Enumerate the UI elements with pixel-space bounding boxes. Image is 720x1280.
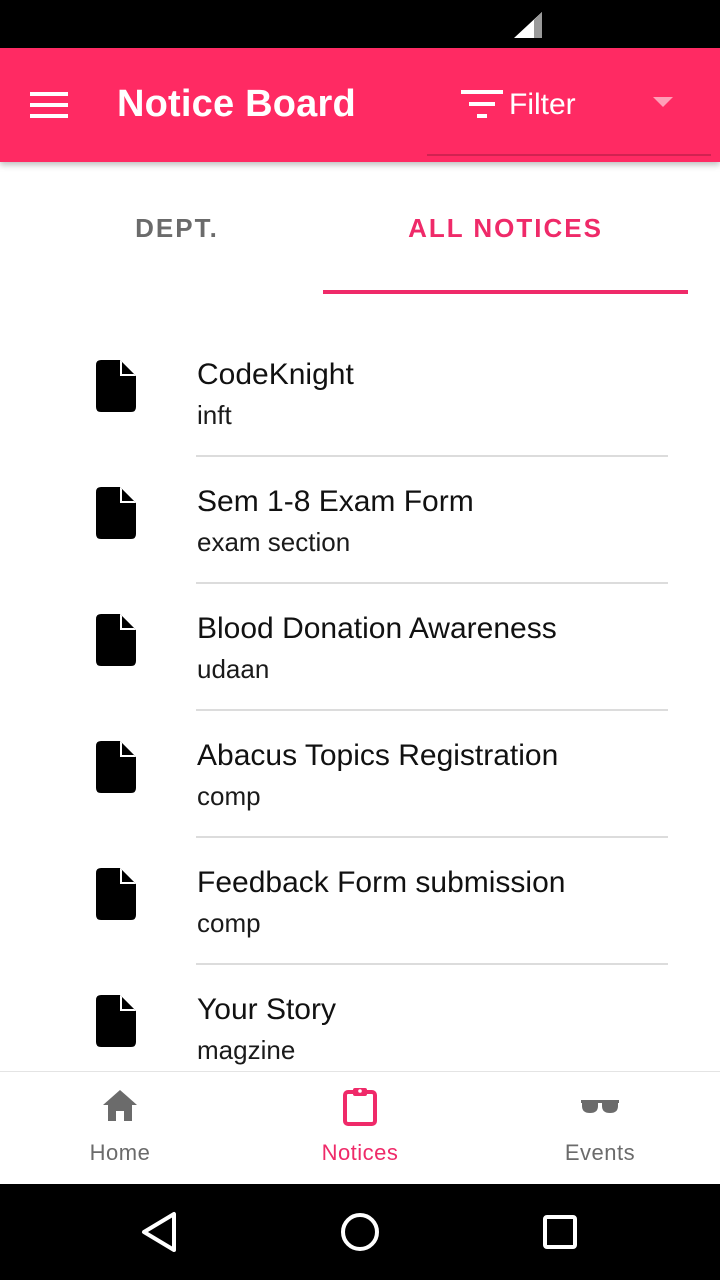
page-title: Notice Board [117,83,356,125]
notice-title: Sem 1-8 Exam Form [197,485,474,518]
notice-title: Blood Donation Awareness [197,612,557,645]
dropdown-caret-icon [653,97,673,107]
back-icon [142,1212,176,1252]
nav-home-label: Home [89,1140,151,1165]
home-circle-icon [341,1213,379,1251]
notice-title: Feedback Form submission [197,866,566,899]
tab-all-notices[interactable]: ALL NOTICES [323,162,688,294]
notice-department: inft [197,400,232,430]
filter-label: Filter [509,88,576,121]
nav-notices[interactable]: Notices [240,1072,480,1185]
nav-events-label: Events [564,1140,636,1165]
home-icon [103,1090,137,1121]
filter-icon [461,90,503,118]
system-recents-button[interactable] [534,1206,586,1258]
menu-button[interactable] [24,80,76,128]
document-icon [96,868,136,920]
document-icon [96,360,136,412]
status-bar [0,0,720,48]
notice-list: CodeKnight inft Sem 1-8 Exam Form exam s… [0,330,720,1071]
document-icon [96,487,136,539]
system-home-button[interactable] [334,1206,386,1258]
app-bar: Notice Board Filter [0,48,720,162]
nav-events[interactable]: Events [480,1072,720,1185]
list-item[interactable]: Abacus Topics Registration comp [0,711,720,838]
document-icon [96,614,136,666]
notice-department: magzine [197,1035,296,1065]
notice-department: comp [197,781,261,811]
notice-title: Your Story [197,993,336,1026]
recents-icon [543,1215,577,1249]
list-item[interactable]: CodeKnight inft [0,330,720,457]
notice-title: Abacus Topics Registration [197,739,559,772]
filter-dropdown[interactable]: Filter [427,72,711,156]
nav-notices-label: Notices [321,1140,399,1165]
hamburger-menu-icon [30,92,68,118]
system-back-button[interactable] [134,1206,186,1258]
list-item[interactable]: Blood Donation Awareness udaan [0,584,720,711]
list-item[interactable]: Your Story magzine [0,965,720,1071]
notice-department: comp [197,908,261,938]
document-icon [96,741,136,793]
system-navigation-bar [0,1184,720,1280]
notice-department: udaan [197,654,270,684]
notice-department: exam section [197,527,351,557]
sunglasses-icon [581,1100,619,1113]
document-icon [96,995,136,1047]
nav-home[interactable]: Home [0,1072,240,1185]
tab-dept[interactable]: DEPT. [16,162,338,294]
clipboard-icon [343,1088,377,1126]
list-item[interactable]: Sem 1-8 Exam Form exam section [0,457,720,584]
signal-icon [514,12,542,38]
list-item[interactable]: Feedback Form submission comp [0,838,720,965]
tab-indicator [323,290,688,294]
notice-title: CodeKnight [197,358,354,391]
tab-bar: DEPT. ALL NOTICES [0,162,720,294]
bottom-navigation: Home Notices Events [0,1071,720,1185]
